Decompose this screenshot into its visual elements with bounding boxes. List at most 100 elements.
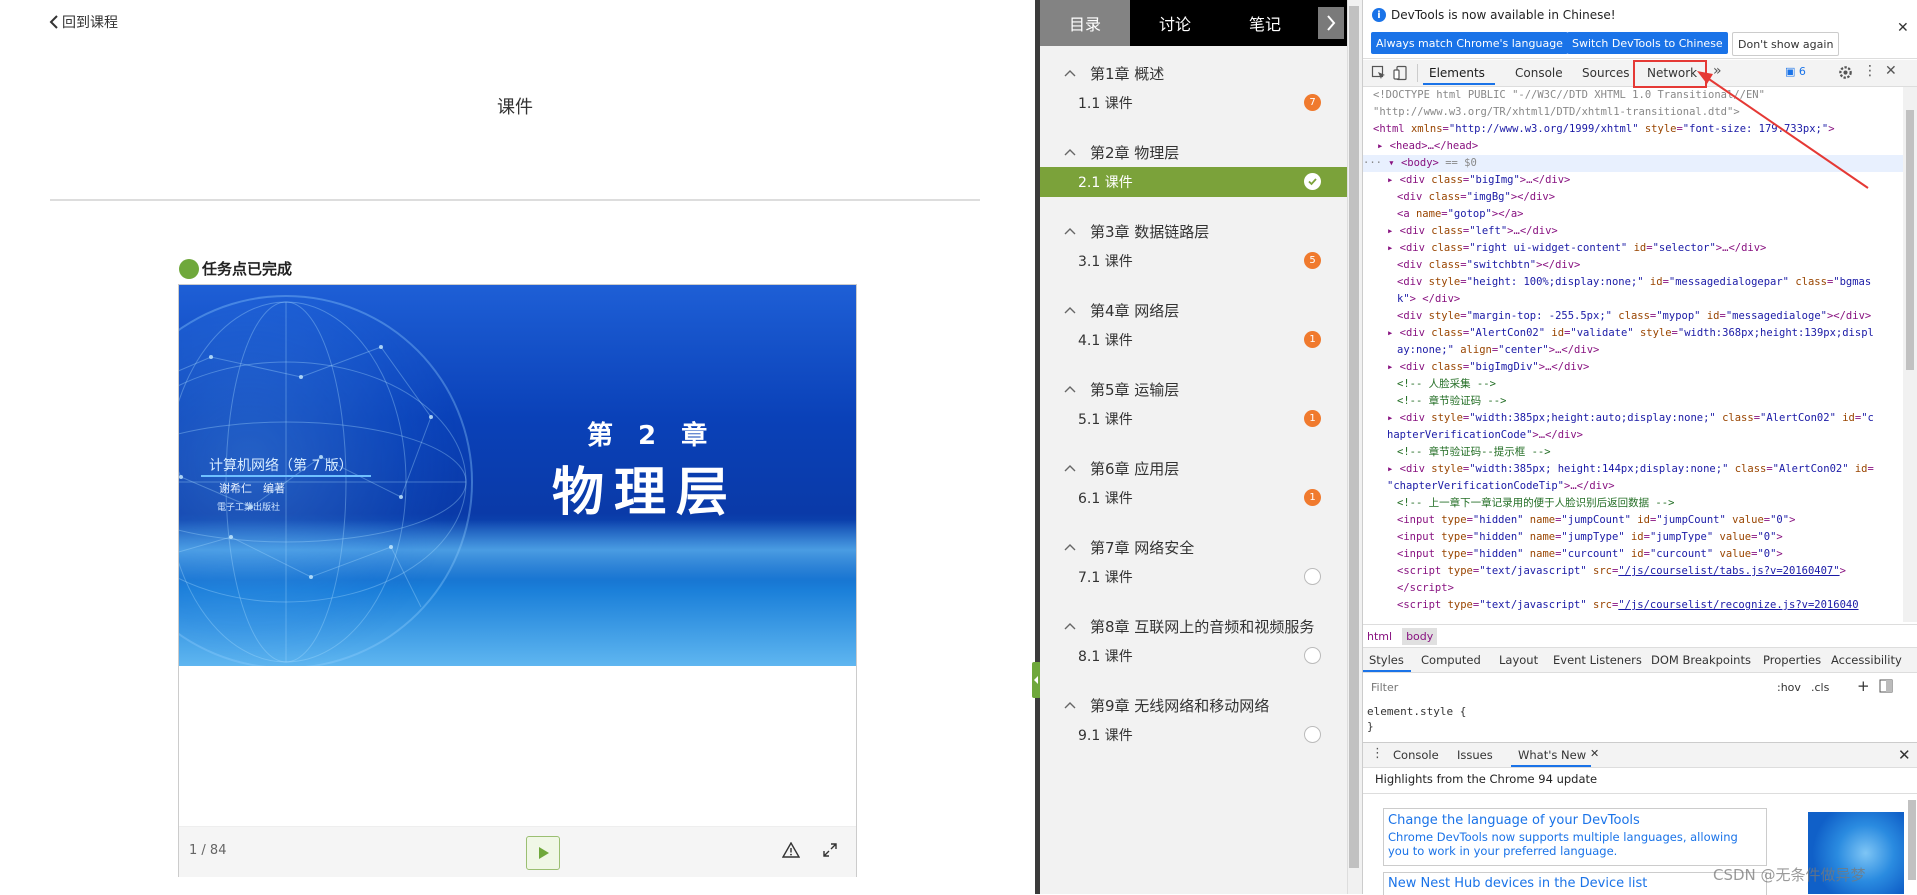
tab-console[interactable]: Console (1515, 66, 1563, 80)
more-options-icon[interactable]: ⋮ (1863, 63, 1877, 79)
tab-sources[interactable]: Sources (1582, 66, 1629, 80)
report-button[interactable] (781, 841, 801, 862)
dom-node-selected[interactable]: ··· ▾ <body> == $0 (1363, 155, 1903, 172)
section-item[interactable]: 7.1 课件 (1040, 562, 1347, 592)
dom-node[interactable]: </script> (1363, 580, 1903, 597)
dom-node[interactable]: <input type="hidden" name="curcount" id=… (1363, 546, 1903, 563)
dom-node[interactable]: hapterVerificationCode">…</div> (1363, 427, 1903, 444)
dont-show-again-button[interactable]: Don't show again (1732, 32, 1840, 56)
section-item[interactable]: 4.1 课件 1 (1040, 325, 1347, 355)
dom-node[interactable]: <div style="margin-top: -255.5px;" class… (1363, 308, 1903, 325)
tab-whats-new[interactable]: What's New (1518, 748, 1586, 762)
dom-node[interactable]: <input type="hidden" name="jumpCount" id… (1363, 512, 1903, 529)
dom-node[interactable]: ay:none;" align="center">…</div> (1363, 342, 1903, 359)
breadcrumb-body[interactable]: body (1402, 627, 1438, 645)
tab-computed[interactable]: Computed (1421, 653, 1481, 667)
dom-node[interactable]: "chapterVerificationCodeTip">…</div> (1363, 478, 1903, 495)
dom-comment[interactable]: <!-- 章节验证码--提示框 --> (1363, 444, 1903, 461)
chapter-item[interactable]: 第7章 网络安全 (1040, 532, 1347, 562)
dom-node[interactable]: ▸ <div class="bigImg">…</div> (1363, 172, 1903, 189)
tab-catalog[interactable]: 目录 (1040, 0, 1130, 46)
feature-card[interactable]: New Nest Hub devices in the Device list (1383, 872, 1767, 895)
element-style-rule[interactable]: element.style { } (1367, 704, 1466, 734)
dom-node[interactable]: <input type="hidden" name="jumpType" id=… (1363, 529, 1903, 546)
section-item[interactable]: 5.1 课件 1 (1040, 404, 1347, 434)
section-item[interactable]: 3.1 课件 5 (1040, 246, 1347, 276)
messages-badge[interactable]: ▣ 6 (1785, 65, 1806, 78)
section-item[interactable]: 9.1 课件 (1040, 720, 1347, 750)
computed-sidebar-icon[interactable] (1879, 679, 1893, 693)
dom-comment[interactable]: <!-- 上一章下一章记录用的便于人脸识别后返回数据 --> (1363, 495, 1903, 512)
dom-node[interactable]: ▸ <head>…</head> (1363, 138, 1903, 155)
section-item[interactable]: 1.1 课件 7 (1040, 88, 1347, 118)
tab-dom-breakpoints[interactable]: DOM Breakpoints (1651, 653, 1751, 667)
close-drawer-icon[interactable]: ✕ (1898, 746, 1911, 764)
tabs-next-button[interactable] (1318, 7, 1344, 39)
feature-card-title[interactable]: Change the language of your DevTools (1388, 813, 1762, 828)
feature-card-title[interactable]: New Nest Hub devices in the Device list (1388, 876, 1762, 891)
close-icon[interactable]: ✕ (1897, 20, 1909, 36)
catalog-scrollbar-thumb[interactable] (1349, 6, 1359, 868)
chapter-item[interactable]: 第6章 应用层 (1040, 453, 1347, 483)
dom-scrollbar-thumb[interactable] (1906, 110, 1914, 370)
inspect-element-icon[interactable] (1371, 65, 1387, 81)
back-to-course-link[interactable]: 回到课程 (48, 12, 118, 32)
fullscreen-button[interactable] (822, 842, 838, 862)
dom-comment[interactable]: <!-- 章节验证码 --> (1363, 393, 1903, 410)
chapter-item[interactable]: 第3章 数据链路层 (1040, 216, 1347, 246)
section-item-active[interactable]: 2.1 课件 (1040, 167, 1347, 197)
tab-properties[interactable]: Properties (1763, 653, 1821, 667)
play-button[interactable] (526, 836, 560, 870)
dom-node[interactable]: <a name="gotop"></a> (1363, 206, 1903, 223)
tab-styles[interactable]: Styles (1369, 653, 1404, 667)
section-item[interactable]: 6.1 课件 1 (1040, 483, 1347, 513)
chapter-item[interactable]: 第2章 物理层 (1040, 137, 1347, 167)
new-rule-icon[interactable]: + (1857, 677, 1870, 695)
drawer-menu-icon[interactable]: ⋮ (1371, 746, 1384, 761)
dom-comment[interactable]: <!-- 人脸采集 --> (1363, 376, 1903, 393)
settings-gear-icon[interactable] (1838, 65, 1853, 80)
feature-card[interactable]: Change the language of your DevTools Chr… (1383, 808, 1767, 866)
dom-node[interactable]: <script type="text/javascript" src="/js/… (1363, 597, 1903, 614)
styles-filter-input[interactable] (1369, 678, 1693, 696)
chapter-item[interactable]: 第1章 概述 (1040, 58, 1347, 88)
tab-event-listeners[interactable]: Event Listeners (1553, 653, 1642, 667)
close-tab-icon[interactable]: ✕ (1590, 747, 1599, 760)
dom-node[interactable]: ▸ <div class="bigImgDiv">…</div> (1363, 359, 1903, 376)
tab-drawer-console[interactable]: Console (1393, 748, 1439, 762)
chapter-item[interactable]: 第9章 无线网络和移动网络 (1040, 690, 1347, 720)
match-language-button[interactable]: Always match Chrome's language (1371, 32, 1568, 54)
dom-node[interactable]: ▸ <div class="AlertCon02" id="validate" … (1363, 325, 1903, 342)
course-page: 回到课程 课件 任务点已完成 计算机网络（第 7 版） 谢希仁 编著 電子工業出… (0, 0, 1037, 894)
class-toggle[interactable]: .cls (1811, 681, 1829, 694)
dom-node[interactable]: ▸ <div style="width:385px;height:auto;di… (1363, 410, 1903, 427)
dom-node[interactable]: <!DOCTYPE html PUBLIC "-//W3C//DTD XHTML… (1363, 87, 1903, 104)
chapter-item[interactable]: 第8章 互联网上的音频和视频服务 (1040, 611, 1347, 641)
close-devtools-icon[interactable]: ✕ (1885, 63, 1897, 79)
chapter-item[interactable]: 第4章 网络层 (1040, 295, 1347, 325)
section-item[interactable]: 8.1 课件 (1040, 641, 1347, 671)
tab-elements[interactable]: Elements (1429, 66, 1485, 80)
dom-node[interactable]: ▸ <div class="right ui-widget-content" i… (1363, 240, 1903, 257)
dom-node[interactable]: <div class="switchbtn"></div> (1363, 257, 1903, 274)
more-tabs-icon[interactable]: » (1713, 63, 1722, 79)
switch-chinese-button[interactable]: Switch DevTools to Chinese (1567, 32, 1728, 54)
tab-issues[interactable]: Issues (1457, 748, 1493, 762)
dom-node[interactable]: "http://www.w3.org/TR/xhtml1/DTD/xhtml1-… (1363, 104, 1903, 121)
tab-discussion[interactable]: 讨论 (1130, 0, 1220, 46)
dom-node[interactable]: <script type="text/javascript" src="/js/… (1363, 563, 1903, 580)
tab-accessibility[interactable]: Accessibility (1831, 653, 1902, 667)
dom-node[interactable]: <div class="imgBg"></div> (1363, 189, 1903, 206)
dom-node[interactable]: <html xmlns="http://www.w3.org/1999/xhtm… (1363, 121, 1903, 138)
drawer-scrollbar-thumb[interactable] (1908, 800, 1916, 880)
device-toolbar-icon[interactable] (1393, 65, 1409, 81)
dom-node[interactable]: k"> </div> (1363, 291, 1903, 308)
dom-node[interactable]: ▸ <div class="left">…</div> (1363, 223, 1903, 240)
dom-node[interactable]: <div style="height: 100%;display:none;" … (1363, 274, 1903, 291)
breadcrumb-html[interactable]: html (1363, 628, 1396, 645)
dom-node[interactable]: ▸ <div style="width:385px; height:144px;… (1363, 461, 1903, 478)
hover-state-toggle[interactable]: :hov (1777, 681, 1801, 694)
tab-notes[interactable]: 笔记 (1220, 0, 1310, 46)
chapter-item[interactable]: 第5章 运输层 (1040, 374, 1347, 404)
tab-layout[interactable]: Layout (1499, 653, 1538, 667)
